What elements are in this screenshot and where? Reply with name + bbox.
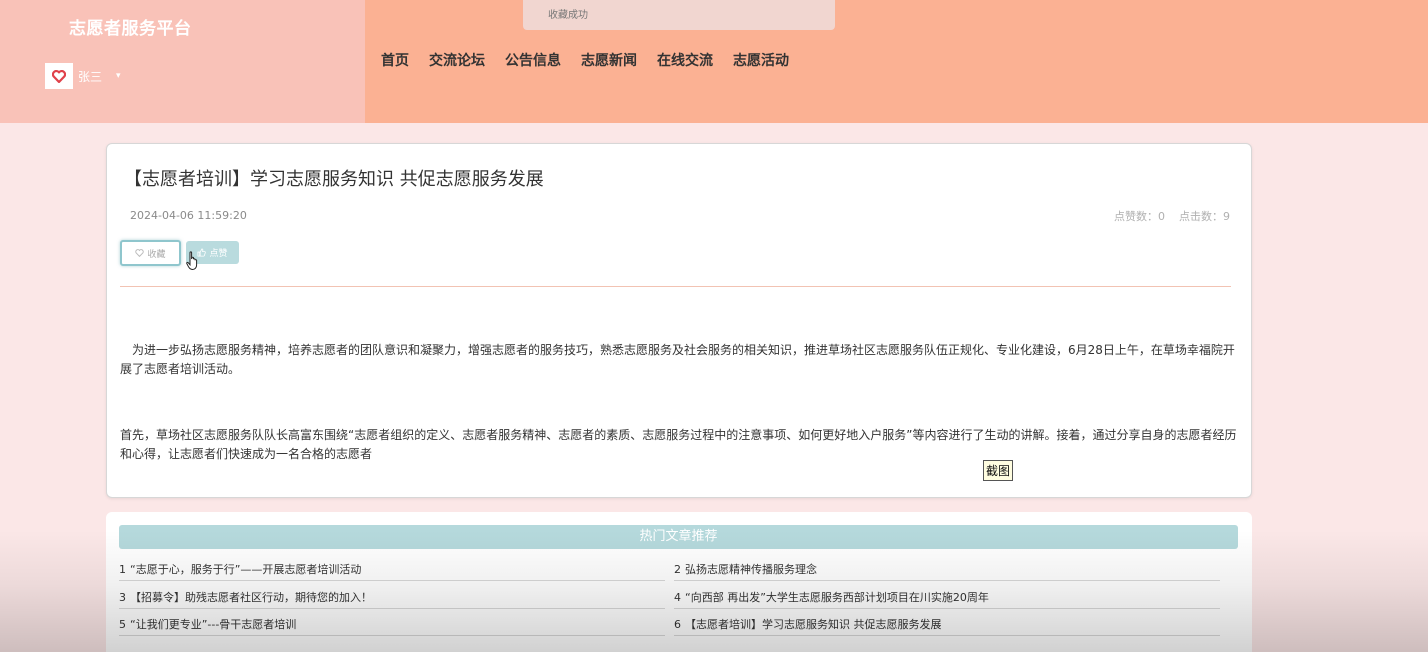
article-paragraph-2: 首先，草场社区志愿服务队队长高富东围绕“志愿者组织的定义、志愿者服务精神、志愿者… <box>120 428 1237 461</box>
item-number: 1 <box>119 563 126 576</box>
item-number: 3 <box>119 591 126 604</box>
nav-chat[interactable]: 在线交流 <box>657 50 713 70</box>
chevron-down-icon[interactable]: ▾ <box>116 71 121 81</box>
nav-news[interactable]: 志愿新闻 <box>581 50 637 70</box>
item-title[interactable]: “让我们更专业”---骨干志愿者培训 <box>130 618 296 631</box>
click-count: 点击数：9 <box>1179 210 1230 223</box>
item-number: 6 <box>674 618 681 631</box>
list-item[interactable]: 5 “让我们更专业”---骨干志愿者培训 <box>119 616 665 636</box>
item-title[interactable]: 【志愿者培训】学习志愿服务知识 共促志愿服务发展 <box>685 618 942 631</box>
toast-message: 收藏成功 <box>523 0 835 30</box>
nav-forum[interactable]: 交流论坛 <box>429 50 485 70</box>
item-title[interactable]: 【招募令】助残志愿者社区行动，期待您的加入！ <box>130 591 372 604</box>
article-date: 2024-04-06 11:59:20 <box>130 209 247 222</box>
item-number: 4 <box>674 591 681 604</box>
favorite-label: 收藏 <box>147 249 166 260</box>
list-item[interactable]: 3 【招募令】助残志愿者社区行动，期待您的加入！ <box>119 589 665 609</box>
recommend-title: 热门文章推荐 <box>119 525 1238 549</box>
heart-outline-icon <box>135 249 145 257</box>
hand-cursor-icon <box>186 251 198 271</box>
nav-notices[interactable]: 公告信息 <box>505 50 561 70</box>
article-title: 【志愿者培训】学习志愿服务知识 共促志愿服务发展 <box>124 169 544 190</box>
like-label: 点赞 <box>209 249 228 259</box>
favorite-button[interactable]: 收藏 <box>120 240 181 266</box>
site-title: 志愿者服务平台 <box>69 19 192 39</box>
article-stats: 点赞数：0 点击数：9 <box>1114 208 1230 224</box>
article-card: 【志愿者培训】学习志愿服务知识 共促志愿服务发展 2024-04-06 11:5… <box>106 143 1252 498</box>
main-nav: 首页 交流论坛 公告信息 志愿新闻 在线交流 志愿活动 <box>381 50 809 70</box>
list-item[interactable]: 1 “志愿于心，服务于行”——开展志愿者培训活动 <box>119 561 665 581</box>
list-item[interactable]: 4 “向西部 再出发”大学生志愿服务西部计划项目在川实施20周年 <box>674 589 1220 609</box>
like-count: 点赞数：0 <box>1114 210 1165 223</box>
avatar[interactable] <box>45 63 73 89</box>
top-header: 志愿者服务平台 张三 ▾ 首页 交流论坛 公告信息 志愿新闻 在线交流 志愿活动… <box>0 0 1428 123</box>
nav-activities[interactable]: 志愿活动 <box>733 50 789 70</box>
item-number: 5 <box>119 618 126 631</box>
article-paragraph-1: 为进一步弘扬志愿服务精神，培养志愿者的团队意识和凝聚力，增强志愿者的服务技巧，熟… <box>120 343 1235 376</box>
recommend-panel: 热门文章推荐 1 “志愿于心，服务于行”——开展志愿者培训活动 2 弘扬志愿精神传播… <box>106 512 1252 652</box>
nav-home[interactable]: 首页 <box>381 50 409 70</box>
item-title[interactable]: “向西部 再出发”大学生志愿服务西部计划项目在川实施20周年 <box>685 591 989 604</box>
username[interactable]: 张三 <box>78 68 102 85</box>
screenshot-tooltip: 截图 <box>983 460 1014 481</box>
item-title[interactable]: “志愿于心，服务于行”——开展志愿者培训活动 <box>130 563 361 576</box>
brand-panel: 志愿者服务平台 张三 ▾ <box>0 0 365 123</box>
user-menu[interactable]: 张三 ▾ <box>45 63 121 89</box>
item-number: 2 <box>674 563 681 576</box>
divider <box>120 286 1231 287</box>
list-item[interactable]: 2 弘扬志愿精神传播服务理念 <box>674 561 1220 581</box>
heart-icon <box>52 69 66 83</box>
list-item[interactable]: 6 【志愿者培训】学习志愿服务知识 共促志愿服务发展 <box>674 616 1220 636</box>
item-title[interactable]: 弘扬志愿精神传播服务理念 <box>685 563 817 576</box>
